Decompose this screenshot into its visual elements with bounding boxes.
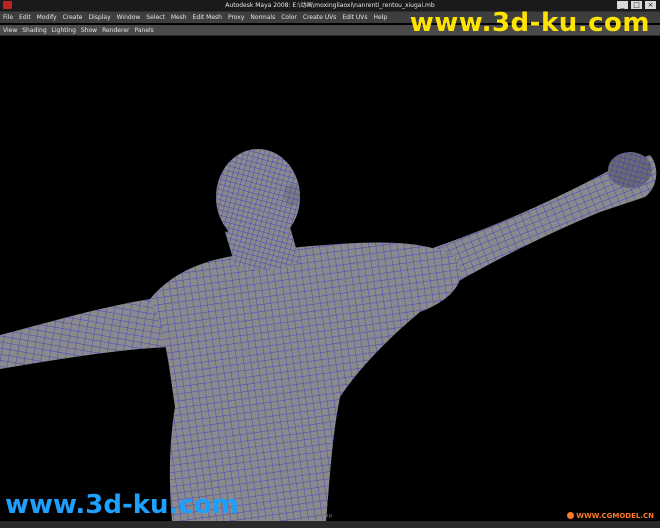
menu-normals[interactable]: Normals [250, 12, 275, 23]
right-hand [608, 152, 652, 188]
bottom-edge [0, 521, 660, 528]
panel-menu-view[interactable]: View [3, 25, 17, 36]
watermark-top: www.3d-ku.com [409, 8, 650, 38]
watermark-corner: WWW.CGMODEL.CN [567, 511, 654, 521]
menu-modify[interactable]: Modify [37, 12, 57, 23]
menu-window[interactable]: Window [117, 12, 141, 23]
menu-color[interactable]: Color [281, 12, 297, 23]
maya-window: Autodesk Maya 2008: E:\动画\moxingliaoxi\n… [0, 0, 660, 528]
menu-select[interactable]: Select [146, 12, 165, 23]
menu-edit-uvs[interactable]: Edit UVs [342, 12, 367, 23]
torso [150, 242, 461, 521]
menu-mesh[interactable]: Mesh [171, 12, 187, 23]
wireframe-mesh-render [0, 149, 657, 521]
menu-proxy[interactable]: Proxy [228, 12, 244, 23]
menu-create[interactable]: Create [63, 12, 83, 23]
watermark-bottom: www.3d-ku.com [5, 490, 239, 520]
panel-menu-panels[interactable]: Panels [134, 25, 153, 36]
panel-menu-renderer[interactable]: Renderer [102, 25, 129, 36]
cgmodel-logo-icon [567, 512, 575, 519]
menu-display[interactable]: Display [89, 12, 111, 23]
head [216, 149, 300, 245]
menu-create-uvs[interactable]: Create UVs [303, 12, 336, 23]
panel-menu-shading[interactable]: Shading [22, 25, 46, 36]
watermark-corner-text: WWW.CGMODEL.CN [576, 512, 654, 520]
menu-edit-mesh[interactable]: Edit Mesh [193, 12, 222, 23]
perspective-viewport[interactable]: y persp [0, 37, 660, 521]
panel-menu-show[interactable]: Show [81, 25, 97, 36]
menu-help[interactable]: Help [374, 12, 388, 23]
menu-edit[interactable]: Edit [19, 12, 31, 23]
left-arm [0, 299, 175, 369]
panel-menu-lighting[interactable]: Lighting [52, 25, 76, 36]
menu-file[interactable]: File [3, 12, 13, 23]
camera-name-label: persp [316, 513, 333, 519]
